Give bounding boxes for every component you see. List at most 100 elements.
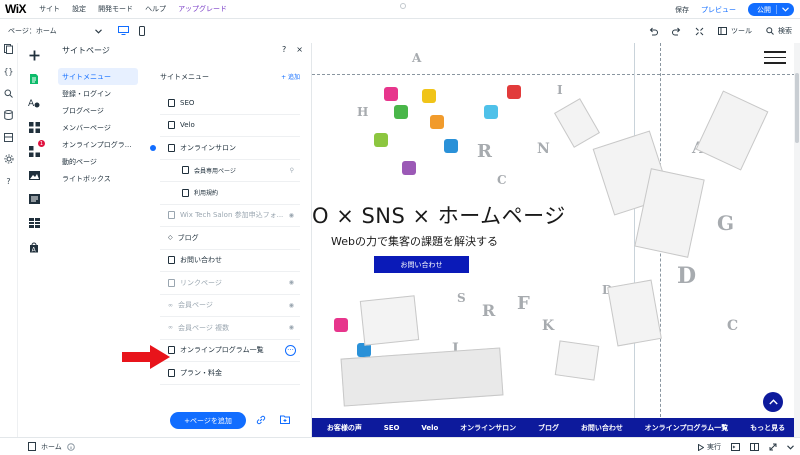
page-item[interactable]: SEO bbox=[160, 92, 300, 115]
hero-subheading[interactable]: Webの力で集客の課題を解決する bbox=[331, 233, 498, 249]
category-blog-pages[interactable]: ブログページ bbox=[58, 102, 138, 119]
page-icon bbox=[168, 368, 175, 377]
blog-icon[interactable] bbox=[26, 191, 42, 207]
menu-dev-mode[interactable]: 開発モード bbox=[98, 4, 133, 14]
current-page-indicator[interactable]: ホーム bbox=[28, 442, 75, 452]
nav-item-testimonials[interactable]: お客様の声 bbox=[327, 423, 362, 433]
nav-item-more[interactable]: もっと見る bbox=[750, 423, 785, 433]
chevron-down-icon[interactable] bbox=[782, 7, 789, 12]
menu-upgrade[interactable]: アップグレード bbox=[178, 4, 227, 14]
help-icon[interactable]: ? bbox=[3, 175, 15, 187]
top-menu: サイト 設定 開発モード ヘルプ アップグレード bbox=[39, 4, 227, 14]
save-button[interactable]: 保存 bbox=[675, 5, 689, 15]
canvas-scrollbar[interactable] bbox=[794, 43, 800, 437]
code-icon[interactable]: {} bbox=[3, 65, 15, 77]
page-item[interactable]: プラン・料金 bbox=[160, 362, 300, 385]
add-menu-item-link[interactable]: + 追加 bbox=[281, 72, 300, 82]
console-icon[interactable] bbox=[731, 443, 740, 451]
page-item[interactable]: オンラインサロン bbox=[150, 137, 300, 160]
add-page-button[interactable]: +ページを追加 bbox=[170, 412, 246, 429]
store-icon[interactable]: A bbox=[26, 239, 42, 255]
nav-item-blog[interactable]: ブログ bbox=[538, 423, 559, 433]
page-item-selected[interactable]: オンラインプログラム一覧 ··· bbox=[160, 340, 300, 362]
settings-gear-icon[interactable] bbox=[3, 153, 15, 165]
menu-site[interactable]: サイト bbox=[39, 4, 60, 14]
pages-layers-icon[interactable] bbox=[3, 43, 15, 55]
hidden-eye-icon: ◉ bbox=[288, 324, 294, 332]
apps-icon[interactable] bbox=[26, 119, 42, 135]
package-icon[interactable] bbox=[3, 131, 15, 143]
category-site-menu[interactable]: サイトメニュー bbox=[58, 68, 138, 85]
add-element-icon[interactable] bbox=[26, 47, 42, 63]
zoom-out-icon[interactable] bbox=[695, 27, 704, 36]
page-icon bbox=[182, 166, 189, 175]
hero-headline[interactable]: O × SNS × ホームページ bbox=[312, 200, 566, 230]
letter-graphic: I bbox=[557, 83, 563, 97]
nav-item-velo[interactable]: Velo bbox=[421, 424, 438, 432]
hamburger-menu-icon[interactable] bbox=[764, 51, 786, 64]
page-item[interactable]: ∞ 会員ページ 複数 ◉ bbox=[160, 317, 300, 340]
desktop-icon[interactable] bbox=[118, 26, 129, 35]
nav-item-online-programs[interactable]: オンラインプログラム一覧 bbox=[645, 423, 729, 433]
page-item[interactable]: リンクページ ◉ bbox=[160, 272, 300, 295]
preview-button[interactable]: プレビュー bbox=[701, 5, 736, 15]
mobile-icon[interactable] bbox=[139, 26, 145, 36]
help-icon[interactable]: ? bbox=[282, 45, 286, 54]
business-apps-icon[interactable]: 1 bbox=[26, 140, 45, 159]
letter-graphic: N bbox=[537, 141, 550, 157]
design-icon[interactable]: A bbox=[26, 95, 42, 111]
split-view-icon[interactable] bbox=[750, 443, 759, 451]
site-canvas[interactable]: A R R J F K G B C A N D H D F I C S O × … bbox=[312, 43, 800, 437]
undo-icon[interactable] bbox=[649, 27, 658, 36]
app-icon-graphic bbox=[430, 115, 444, 129]
page-item[interactable]: 会員専用ページ ⚲ bbox=[160, 160, 300, 182]
more-actions-icon[interactable]: ··· bbox=[285, 344, 296, 356]
scroll-to-top-button[interactable] bbox=[763, 392, 783, 412]
expand-icon[interactable] bbox=[769, 443, 777, 451]
contact-cta-button[interactable]: お問い合わせ bbox=[374, 256, 469, 273]
database-icon[interactable] bbox=[3, 109, 15, 121]
info-icon[interactable] bbox=[66, 442, 75, 451]
nav-item-online-salon[interactable]: オンラインサロン bbox=[460, 423, 516, 433]
pages-icon[interactable] bbox=[26, 71, 42, 87]
search-button[interactable]: 検索 bbox=[766, 26, 792, 36]
menu-help[interactable]: ヘルプ bbox=[145, 4, 166, 14]
device-switcher bbox=[118, 26, 145, 36]
page-item[interactable]: ◇ ブログ bbox=[160, 227, 300, 250]
category-member-pages[interactable]: メンバーページ bbox=[58, 119, 138, 136]
scrollbar-thumb[interactable] bbox=[795, 73, 799, 143]
paper-graphic bbox=[554, 98, 600, 148]
menu-settings[interactable]: 設定 bbox=[72, 4, 86, 14]
page-item[interactable]: ∞ 会員ページ ◉ bbox=[160, 295, 300, 317]
notification-dot-icon bbox=[400, 3, 406, 9]
link-icon[interactable] bbox=[256, 415, 266, 425]
close-icon[interactable]: × bbox=[296, 45, 303, 54]
category-dynamic-pages[interactable]: 動的ページ bbox=[58, 153, 138, 170]
redo-icon[interactable] bbox=[672, 27, 681, 36]
editor-toolbar: ページ：ホーム ツール 検索 bbox=[0, 19, 800, 43]
nav-item-seo[interactable]: SEO bbox=[384, 424, 400, 432]
page-item[interactable]: 利用規約 bbox=[160, 182, 300, 205]
panel-title: サイトページ bbox=[62, 46, 110, 55]
category-signup-login[interactable]: 登録・ログイン bbox=[58, 85, 138, 102]
chevron-down-icon[interactable] bbox=[787, 444, 794, 450]
nav-item-contact[interactable]: お問い合わせ bbox=[581, 423, 623, 433]
table-icon[interactable] bbox=[26, 215, 42, 231]
add-folder-icon[interactable] bbox=[280, 415, 290, 424]
page-icon bbox=[168, 98, 175, 107]
media-icon[interactable] bbox=[26, 167, 42, 183]
category-online-programs[interactable]: オンラインプログラ... bbox=[58, 136, 138, 153]
page-selector[interactable]: ページ：ホーム bbox=[8, 26, 108, 36]
wix-logo[interactable]: WiX bbox=[0, 2, 34, 16]
run-label: 実行 bbox=[707, 443, 721, 451]
page-item[interactable]: Wix Tech Salon 参加申込フォ... ◉ bbox=[160, 205, 300, 227]
publish-button[interactable]: 公開 bbox=[748, 3, 794, 16]
search-icon[interactable] bbox=[3, 87, 15, 99]
current-page-label: ホーム bbox=[41, 442, 62, 451]
run-button[interactable]: 実行 bbox=[698, 442, 721, 452]
play-icon bbox=[698, 443, 704, 451]
page-item[interactable]: Velo bbox=[160, 115, 300, 137]
category-lightbox[interactable]: ライトボックス bbox=[58, 170, 138, 187]
page-item[interactable]: お問い合わせ bbox=[160, 250, 300, 272]
tools-button[interactable]: ツール bbox=[718, 26, 752, 36]
